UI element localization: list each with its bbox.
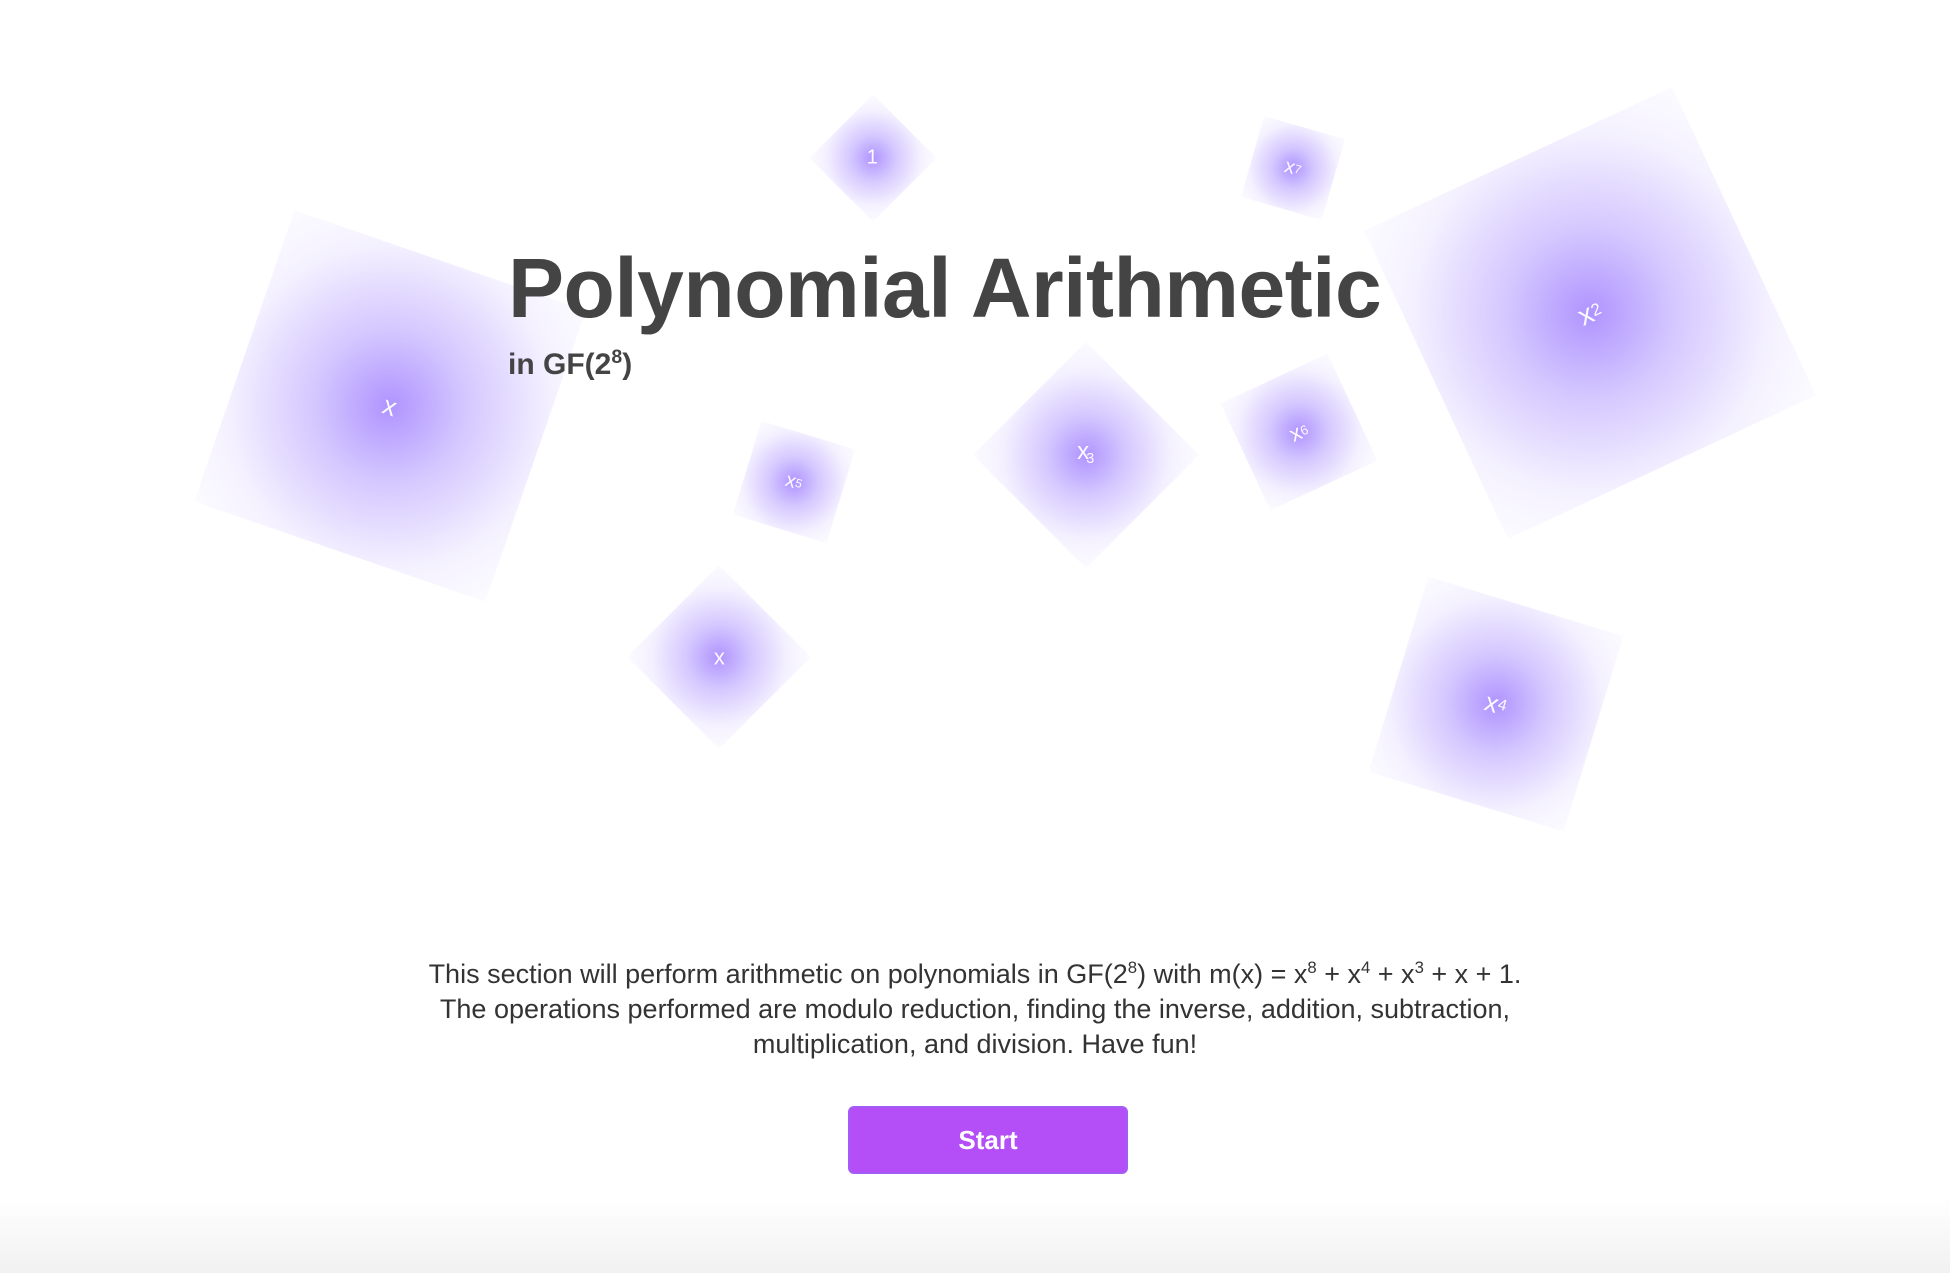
desc-exp: 3 [1414,958,1424,977]
subtitle-exponent: 8 [611,346,623,368]
subtitle-prefix: in GF(2 [508,348,612,381]
tile-x4: x4 [1368,576,1624,832]
page-title: Polynomial Arithmetic [508,241,1382,335]
tile-base: x [379,389,402,422]
desc-text: + x + 1. [1423,959,1522,989]
tile-x2-large-right: x2 [1364,87,1816,539]
tile-x6: x6 [1220,353,1378,511]
desc-exp: 8 [1127,958,1138,977]
desc-text: + x [1316,959,1361,989]
desc-text: + x [1370,959,1415,989]
subtitle-suffix: ) [622,348,633,381]
description-line-2: The operations performed are modulo redu… [439,994,1511,1024]
tile-x5: x5 [732,420,856,544]
tile-x3: x3 [972,341,1200,569]
tile-base: 1 [867,146,879,169]
desc-text: ) with m(x) = x [1137,959,1308,989]
start-button[interactable]: Start [848,1106,1128,1174]
description-line-3: multiplication, and division. Have fun! [752,1029,1198,1059]
tile-exp: 3 [1086,451,1095,468]
desc-exp: 8 [1307,958,1317,977]
tile-x7: x7 [1241,116,1345,220]
desc-exp: 4 [1360,958,1371,977]
section-description: This section will perform arithmetic on … [300,950,1650,1062]
description-line-1: This section will perform arithmetic on … [300,950,1650,992]
desc-text: This section will perform arithmetic on … [428,959,1128,989]
landing-page: x 1 x7 x2 x5 x3 x6 x x4 Polynomial Arith… [0,0,1950,1273]
tile-base: x [713,644,725,669]
tile-x-small: x [627,565,811,749]
tile-one: 1 [809,94,937,222]
page-subtitle: in GF(28) [508,346,632,382]
